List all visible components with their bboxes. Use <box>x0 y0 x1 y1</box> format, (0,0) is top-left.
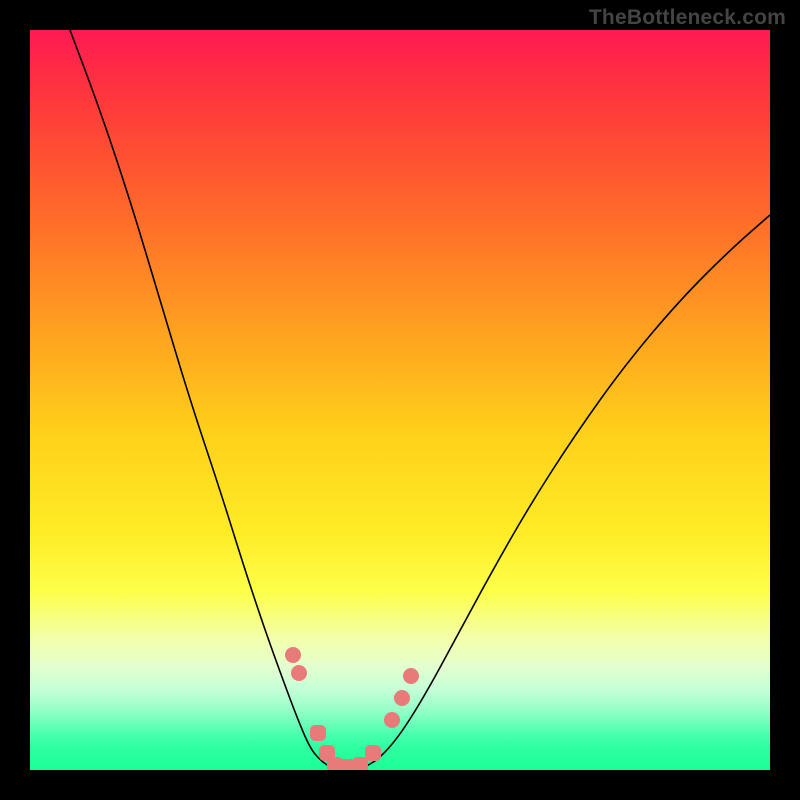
valley-marker <box>403 668 419 684</box>
valley-marker <box>291 665 307 681</box>
watermark-text: TheBottleneck.com <box>589 6 786 30</box>
valley-marker <box>384 712 400 728</box>
curve-right-branch <box>365 215 770 767</box>
valley-marker <box>310 725 326 741</box>
plot-area <box>30 30 770 770</box>
valley-markers <box>285 647 419 770</box>
valley-marker <box>352 757 368 770</box>
valley-marker <box>365 745 381 761</box>
chart-frame: TheBottleneck.com <box>0 0 800 800</box>
valley-marker <box>394 690 410 706</box>
curve-svg <box>30 30 770 770</box>
valley-marker <box>285 647 301 663</box>
